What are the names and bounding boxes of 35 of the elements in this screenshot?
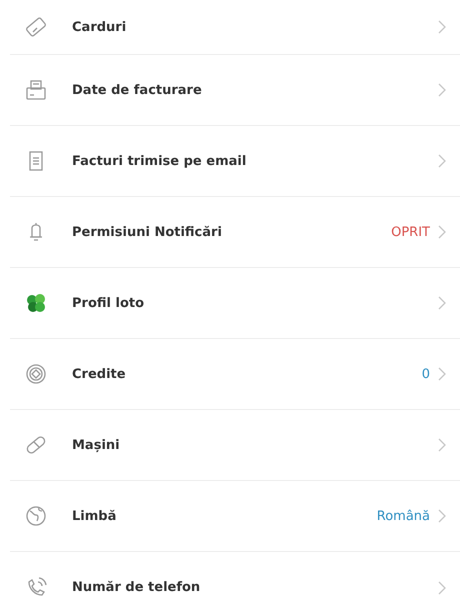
row-label: Credite [72, 366, 127, 382]
row-label: Permisiuni Notificări [72, 224, 223, 240]
chevron-icon [438, 225, 446, 239]
settings-row[interactable]: Date de facturare [10, 55, 460, 126]
chevron-icon [438, 296, 446, 310]
card-icon [24, 15, 48, 39]
chevron-icon [438, 580, 446, 594]
row-value: 0 [422, 366, 430, 382]
settings-row[interactable]: Mașini [10, 410, 460, 481]
chevron-icon [438, 20, 446, 34]
settings-row[interactable]: Limbă Română [10, 481, 460, 552]
settings-row[interactable]: Permisiuni Notificări OPRIT [10, 197, 460, 268]
chevron-icon [438, 83, 446, 97]
row-label: Mașini [72, 438, 121, 452]
settings-row[interactable]: Facturi trimise pe email [10, 126, 460, 197]
settings-row[interactable]: Carduri [10, 0, 460, 55]
row-value: OPRIT [391, 224, 430, 240]
row-label: Facturi trimise pe email [72, 154, 248, 168]
row-label: Date de facturare [72, 82, 203, 98]
chevron-icon [438, 367, 446, 381]
coin-icon [24, 362, 48, 386]
row-value: Română [376, 508, 430, 524]
settings-row[interactable]: Credite 0 [10, 339, 460, 410]
globe-icon [24, 504, 48, 528]
clover-icon [24, 291, 48, 315]
chevron-icon [438, 438, 446, 452]
row-label: Carduri [72, 20, 128, 34]
row-label: Număr de telefon [72, 580, 202, 595]
settings-row[interactable]: Număr de telefon [10, 552, 460, 603]
row-label: Profil loto [72, 296, 146, 310]
chevron-icon [438, 509, 446, 523]
settings-row[interactable]: Profil loto [10, 268, 460, 339]
chevron-icon [438, 154, 446, 168]
row-label: Limbă [72, 508, 118, 524]
printer-icon [24, 78, 48, 102]
